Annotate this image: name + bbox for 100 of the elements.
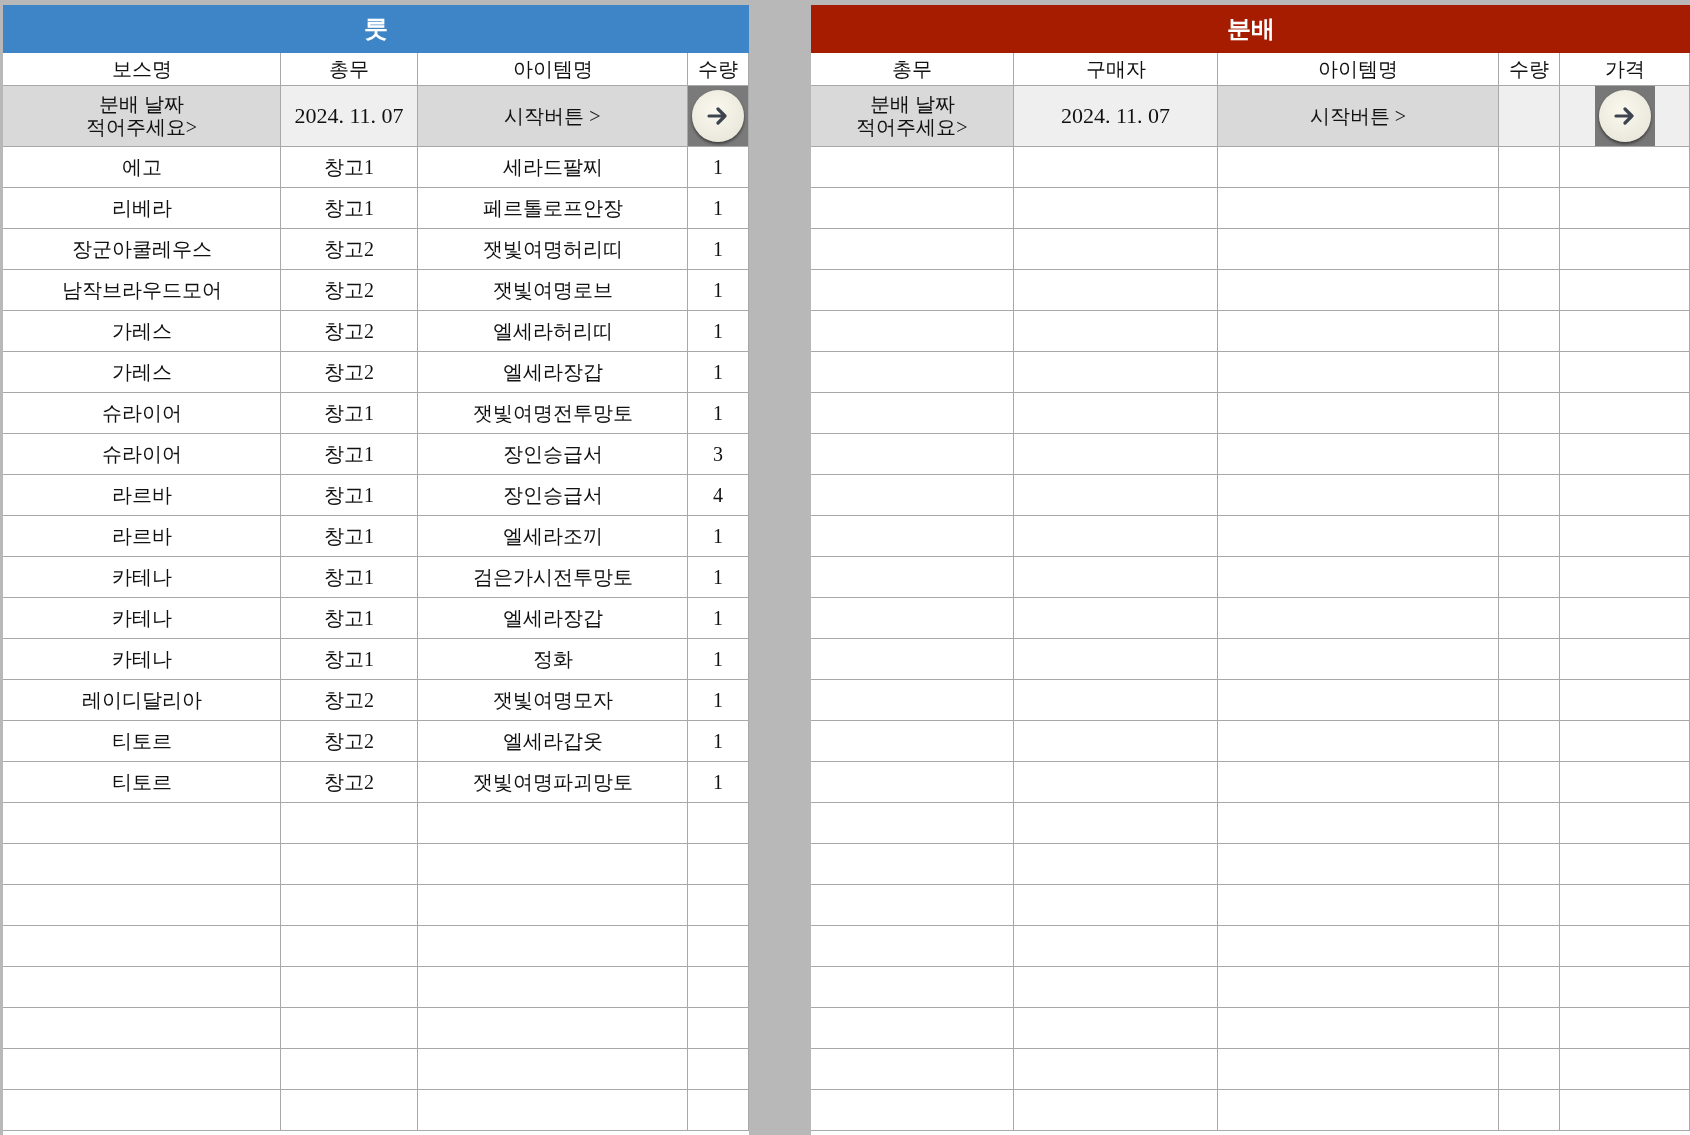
- table-cell: 슈라이어: [3, 393, 281, 434]
- empty-cell: [688, 1049, 749, 1090]
- date-prompt-label: 분배 날짜 적어주세요>: [3, 86, 281, 147]
- empty-cell: [1499, 844, 1560, 885]
- table-cell: 1: [688, 639, 749, 680]
- empty-cell: [688, 926, 749, 967]
- table-cell: 엘세라장갑: [418, 352, 688, 393]
- table-cell: 4: [688, 475, 749, 516]
- empty-cell: [1499, 1008, 1560, 1049]
- empty-cell: [1499, 1049, 1560, 1090]
- table-cell: 창고2: [281, 762, 418, 803]
- table-cell: 창고2: [281, 680, 418, 721]
- right-arrow-icon: [707, 107, 729, 125]
- empty-cell: [1499, 721, 1560, 762]
- empty-cell: [1499, 598, 1560, 639]
- table-cell: 카테나: [3, 598, 281, 639]
- arrow-button[interactable]: [692, 90, 744, 142]
- date-value: 2024. 11. 07: [281, 86, 418, 147]
- empty-cell: [1499, 803, 1560, 844]
- empty-cell: [1499, 188, 1560, 229]
- table-title: 룻: [3, 5, 749, 53]
- empty-cell: [688, 844, 749, 885]
- table-cell: 엘세라허리띠: [418, 311, 688, 352]
- empty-cell: [688, 967, 749, 1008]
- table-cell: 창고1: [281, 639, 418, 680]
- table-cell: 리베라: [3, 188, 281, 229]
- table-cell: 창고1: [281, 475, 418, 516]
- right-arrow-icon: [1613, 107, 1636, 125]
- empty-cell: [1499, 1090, 1560, 1131]
- table-cell: 페르톨로프안장: [418, 188, 688, 229]
- table-cell: 3: [688, 434, 749, 475]
- table-cell: 티토르: [3, 762, 281, 803]
- table-cell: 엘세라갑옷: [418, 721, 688, 762]
- table-cell: 세라드팔찌: [418, 147, 688, 188]
- table-cell: 라르바: [3, 516, 281, 557]
- table-cell: 창고1: [281, 557, 418, 598]
- table-cell: 창고1: [281, 434, 418, 475]
- empty-cell: [1499, 434, 1560, 475]
- table-cell: 1: [688, 680, 749, 721]
- table-cell: 창고1: [281, 393, 418, 434]
- table-cell: 검은가시전투망토: [418, 557, 688, 598]
- table-cell: 창고1: [281, 147, 418, 188]
- empty-cell: [1499, 229, 1560, 270]
- table-cell: 1: [688, 188, 749, 229]
- empty-cell: [688, 1008, 749, 1049]
- empty-cell: [1499, 516, 1560, 557]
- table-cell: 슈라이어: [3, 434, 281, 475]
- table-cell: 잿빛여명파괴망토: [418, 762, 688, 803]
- table-cell: 정화: [418, 639, 688, 680]
- date-value: 2024. 11. 07: [1014, 86, 1218, 147]
- table-cell: 엘세라장갑: [418, 598, 688, 639]
- table-cell: 1: [688, 229, 749, 270]
- table-cell: 창고1: [281, 188, 418, 229]
- empty-cell: [1499, 926, 1560, 967]
- table-cell: 잿빛여명모자: [418, 680, 688, 721]
- table-cell: 티토르: [3, 721, 281, 762]
- table-cell: 창고2: [281, 229, 418, 270]
- table-cell: 1: [688, 721, 749, 762]
- table-cell: 1: [688, 147, 749, 188]
- table-cell: 장인승급서: [418, 475, 688, 516]
- table-cell: 잿빛여명허리띠: [418, 229, 688, 270]
- table-cell: 창고2: [281, 311, 418, 352]
- table-cell: 1: [688, 393, 749, 434]
- table-cell: 창고1: [281, 598, 418, 639]
- empty-cell: [1499, 393, 1560, 434]
- table-cell: 카테나: [3, 639, 281, 680]
- table-cell: 창고1: [281, 516, 418, 557]
- table-cell: 창고2: [281, 270, 418, 311]
- table-cell: 에고: [3, 147, 281, 188]
- table-cell: 라르바: [3, 475, 281, 516]
- empty-cell: [1499, 639, 1560, 680]
- empty-cell: [688, 803, 749, 844]
- table-cell: 가레스: [3, 352, 281, 393]
- table-cell: 1: [688, 762, 749, 803]
- table-cell: 레이디달리아: [3, 680, 281, 721]
- table-cell: 잿빛여명로브: [418, 270, 688, 311]
- table-title: 분배: [811, 5, 1690, 53]
- table-cell: 창고2: [281, 721, 418, 762]
- empty-cell: [1499, 967, 1560, 1008]
- empty-cell: [1499, 147, 1560, 188]
- empty-cell: [1499, 311, 1560, 352]
- table-cell: 1: [688, 557, 749, 598]
- start-label: 시작버튼 >: [1218, 86, 1499, 147]
- empty-cell: [1499, 352, 1560, 393]
- table-cell: 가레스: [3, 311, 281, 352]
- table-cell: 1: [688, 352, 749, 393]
- table-cell: 장군아쿨레우스: [3, 229, 281, 270]
- table-cell: 잿빛여명전투망토: [418, 393, 688, 434]
- table-cell: 1: [688, 598, 749, 639]
- table-cell: 창고2: [281, 352, 418, 393]
- table-cell: 카테나: [3, 557, 281, 598]
- empty-cell: [1499, 557, 1560, 598]
- empty-cell: [1499, 762, 1560, 803]
- table-cell: 장인승급서: [418, 434, 688, 475]
- table-cell: 엘세라조끼: [418, 516, 688, 557]
- table-cell: 남작브라우드모어: [3, 270, 281, 311]
- table-cell: 1: [688, 516, 749, 557]
- empty-cell: [1499, 270, 1560, 311]
- table-cell: 1: [688, 311, 749, 352]
- empty-cell: [1499, 885, 1560, 926]
